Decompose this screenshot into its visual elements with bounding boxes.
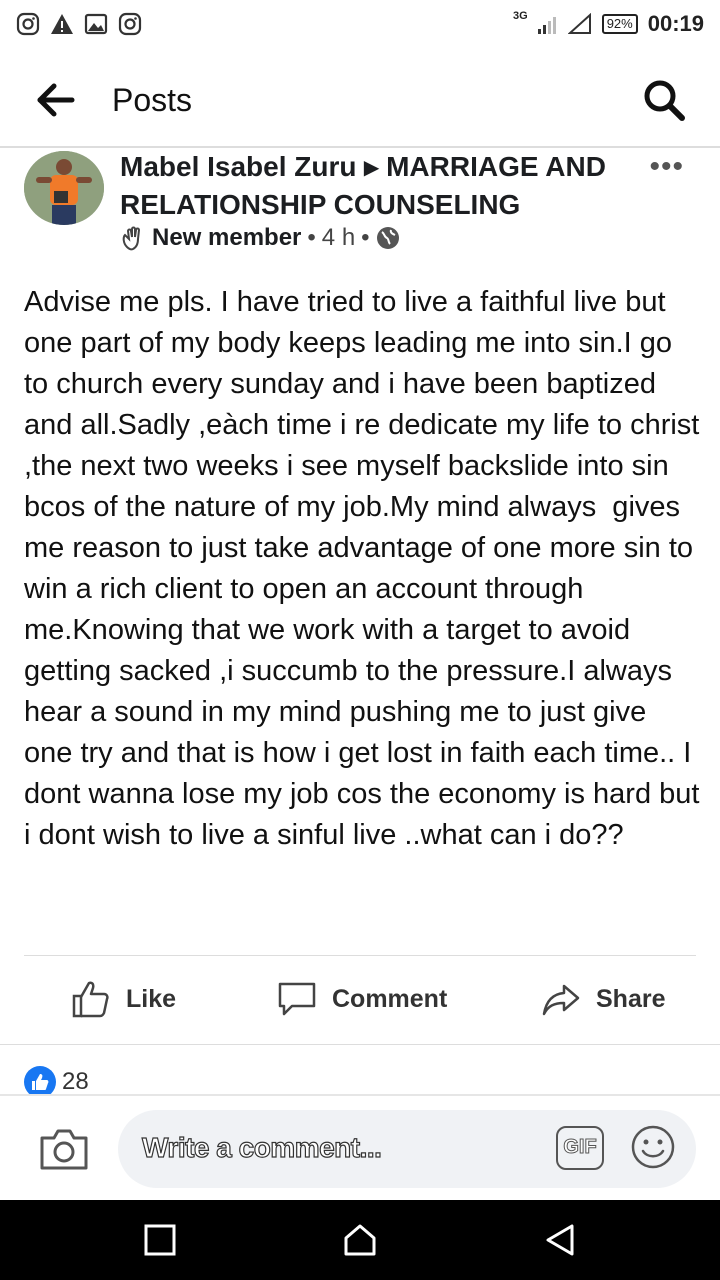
divider xyxy=(24,955,696,956)
emoji-icon[interactable] xyxy=(630,1124,676,1170)
camera-icon[interactable] xyxy=(38,1126,90,1172)
post-meta: New member • 4 h • xyxy=(120,224,400,252)
signal-icon xyxy=(537,17,556,34)
back-triangle-icon[interactable] xyxy=(542,1222,578,1258)
avatar-image xyxy=(24,151,104,225)
app-header: Posts xyxy=(0,52,720,148)
comment-input[interactable]: Write a comment... GIF xyxy=(118,1110,696,1188)
comment-placeholder: Write a comment... xyxy=(141,1131,382,1163)
page-title: Posts xyxy=(112,82,193,118)
post-actions: Like Comment Share xyxy=(0,960,720,1040)
arrow-left-icon[interactable] xyxy=(36,82,76,118)
reaction-count: 28 xyxy=(62,1068,89,1095)
share-button[interactable]: Share xyxy=(540,978,665,1020)
comment-composer: Write a comment... GIF xyxy=(0,1094,720,1200)
instagram-icon xyxy=(118,12,142,36)
status-bar: 3G 92% 00:19 xyxy=(0,0,720,48)
avatar[interactable] xyxy=(24,151,104,225)
more-options-icon[interactable]: ••• xyxy=(649,150,684,184)
member-badge: New member xyxy=(152,224,302,251)
author-group-line[interactable]: Mabel Isabel Zuru ▸ MARRIAGE AND RELATIO… xyxy=(120,148,640,224)
comment-icon xyxy=(278,982,316,1016)
system-nav-bar xyxy=(0,1200,720,1280)
home-icon[interactable] xyxy=(342,1222,378,1258)
comment-label: Comment xyxy=(332,984,448,1013)
wave-hand-icon xyxy=(122,226,141,251)
share-arrow-icon xyxy=(542,984,580,1016)
post-time: 4 h xyxy=(321,224,356,251)
post-body-text: Advise me pls. I have tried to live a fa… xyxy=(24,286,708,851)
battery-indicator: 92% xyxy=(601,14,638,34)
alert-icon xyxy=(51,14,73,34)
wifi-signal-icon xyxy=(567,13,591,34)
search-icon[interactable] xyxy=(642,78,686,122)
recents-square-icon[interactable] xyxy=(142,1222,178,1258)
comment-button[interactable]: Comment xyxy=(276,978,447,1020)
like-button[interactable]: Like xyxy=(70,978,176,1020)
status-right: 3G 92% 00:19 xyxy=(513,10,704,37)
globe-icon xyxy=(376,227,399,249)
post-header: Mabel Isabel Zuru ▸ MARRIAGE AND RELATIO… xyxy=(0,148,720,258)
divider xyxy=(0,1044,720,1045)
gif-button[interactable]: GIF xyxy=(556,1126,604,1170)
separator: • xyxy=(361,224,370,251)
instagram-icon xyxy=(16,12,40,36)
separator: • xyxy=(307,224,316,251)
clock: 00:19 xyxy=(647,11,704,36)
share-label: Share xyxy=(596,984,666,1013)
notification-icons xyxy=(16,12,142,36)
like-label: Like xyxy=(126,984,177,1013)
network-type: 3G xyxy=(513,10,528,22)
image-icon xyxy=(84,13,108,35)
thumbs-up-icon xyxy=(72,981,109,1018)
